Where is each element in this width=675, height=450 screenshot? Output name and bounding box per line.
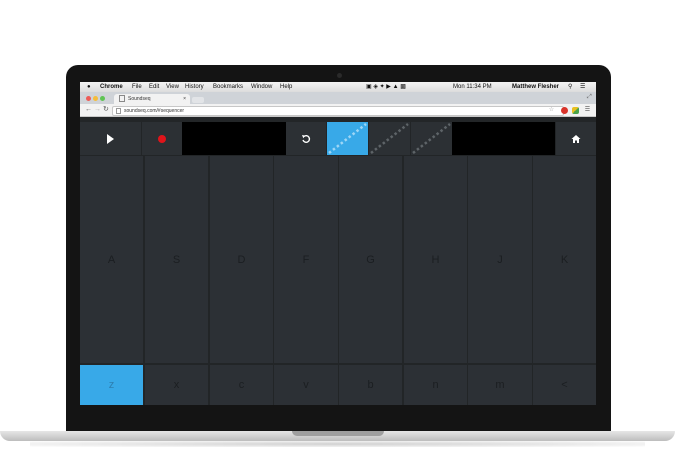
- sequence-slot-1[interactable]: [327, 122, 368, 155]
- tab-close-icon[interactable]: ×: [183, 94, 186, 104]
- adblock-icon[interactable]: [561, 107, 568, 114]
- undo-icon: [302, 134, 311, 143]
- browser-tab[interactable]: Soundseq ×: [114, 94, 190, 104]
- fullscreen-icon[interactable]: ⤢: [587, 94, 592, 101]
- menu-app-name[interactable]: Chrome: [100, 82, 123, 92]
- spotlight-icon[interactable]: ⚲: [568, 82, 572, 92]
- star-icon[interactable]: ☆: [548, 107, 555, 114]
- menu-history[interactable]: History: [185, 82, 204, 92]
- address-bar[interactable]: soundseq.com/#sequencer: [112, 106, 564, 116]
- menu-window[interactable]: Window: [251, 82, 272, 92]
- pad-key-v[interactable]: v: [274, 365, 338, 405]
- apple-menu-icon[interactable]: ●: [87, 82, 91, 92]
- pad-key-b[interactable]: b: [339, 365, 402, 405]
- new-tab-button[interactable]: [192, 97, 204, 103]
- pad-key-z[interactable]: z: [80, 365, 143, 405]
- back-arrow-icon[interactable]: ←: [85, 105, 92, 115]
- soundseq-app: A S D F G H J K z x c v b n m <: [80, 122, 596, 405]
- status-icons: ▣ ◈ ✦ ▶ ▲ ▩: [366, 84, 406, 90]
- menu-file[interactable]: File: [132, 82, 142, 92]
- toolbar-spacer: [182, 122, 286, 155]
- record-button[interactable]: [142, 122, 182, 155]
- mac-menubar: ● Chrome File Edit View History Bookmark…: [80, 82, 596, 92]
- pad-key-g[interactable]: G: [339, 156, 402, 363]
- pad-key-k[interactable]: K: [533, 156, 596, 363]
- pad-key-d[interactable]: D: [210, 156, 273, 363]
- sequence-slot-3[interactable]: [411, 122, 452, 155]
- menu-help[interactable]: Help: [280, 82, 292, 92]
- window-zoom-button[interactable]: [100, 96, 105, 101]
- address-url: soundseq.com/#sequencer: [124, 108, 185, 114]
- laptop-shadow: [30, 441, 645, 447]
- pad-key-a[interactable]: A: [80, 156, 143, 363]
- pad-key-n[interactable]: n: [404, 365, 467, 405]
- laptop-screen: ● Chrome File Edit View History Bookmark…: [80, 82, 596, 405]
- menubar-user[interactable]: Matthew Flesher: [512, 82, 559, 92]
- undo-button[interactable]: [286, 122, 326, 155]
- pad-key-m[interactable]: m: [468, 365, 532, 405]
- chrome-menu-icon[interactable]: ☰: [584, 107, 591, 114]
- window-minimize-button[interactable]: [93, 96, 98, 101]
- sequence-slot-2[interactable]: [369, 122, 410, 155]
- notification-icon[interactable]: ☰: [580, 82, 585, 92]
- pad-key-j[interactable]: J: [468, 156, 532, 363]
- sequence-pattern-icon: [328, 123, 367, 154]
- play-icon: [107, 133, 114, 144]
- camera-icon: [337, 73, 342, 78]
- extension-icon[interactable]: [572, 107, 579, 114]
- laptop-notch: [292, 431, 384, 436]
- tab-title: Soundseq: [128, 96, 151, 102]
- page-icon: [116, 107, 121, 114]
- toolbar-spacer: [452, 122, 555, 155]
- home-icon: [571, 134, 581, 143]
- menu-edit[interactable]: Edit: [149, 82, 159, 92]
- sequence-pattern-icon: [370, 123, 409, 154]
- sequence-pattern-icon: [412, 123, 451, 154]
- pad-key-s[interactable]: S: [145, 156, 208, 363]
- window-close-button[interactable]: [86, 96, 91, 101]
- pad-key-h[interactable]: H: [404, 156, 467, 363]
- reload-icon[interactable]: ↻: [103, 105, 109, 115]
- pad-key-x[interactable]: x: [145, 365, 208, 405]
- menu-bookmarks[interactable]: Bookmarks: [213, 82, 243, 92]
- pad-key-f[interactable]: F: [274, 156, 338, 363]
- record-dot-icon: [158, 134, 166, 143]
- play-button[interactable]: [80, 122, 141, 155]
- page-favicon-icon: [119, 95, 125, 103]
- menu-view[interactable]: View: [166, 82, 179, 92]
- menubar-clock: Mon 11:34 PM: [453, 84, 492, 90]
- home-button[interactable]: [556, 122, 596, 155]
- pad-key-lt[interactable]: <: [533, 365, 596, 405]
- forward-arrow-icon[interactable]: →: [94, 105, 101, 115]
- pad-key-c[interactable]: c: [210, 365, 273, 405]
